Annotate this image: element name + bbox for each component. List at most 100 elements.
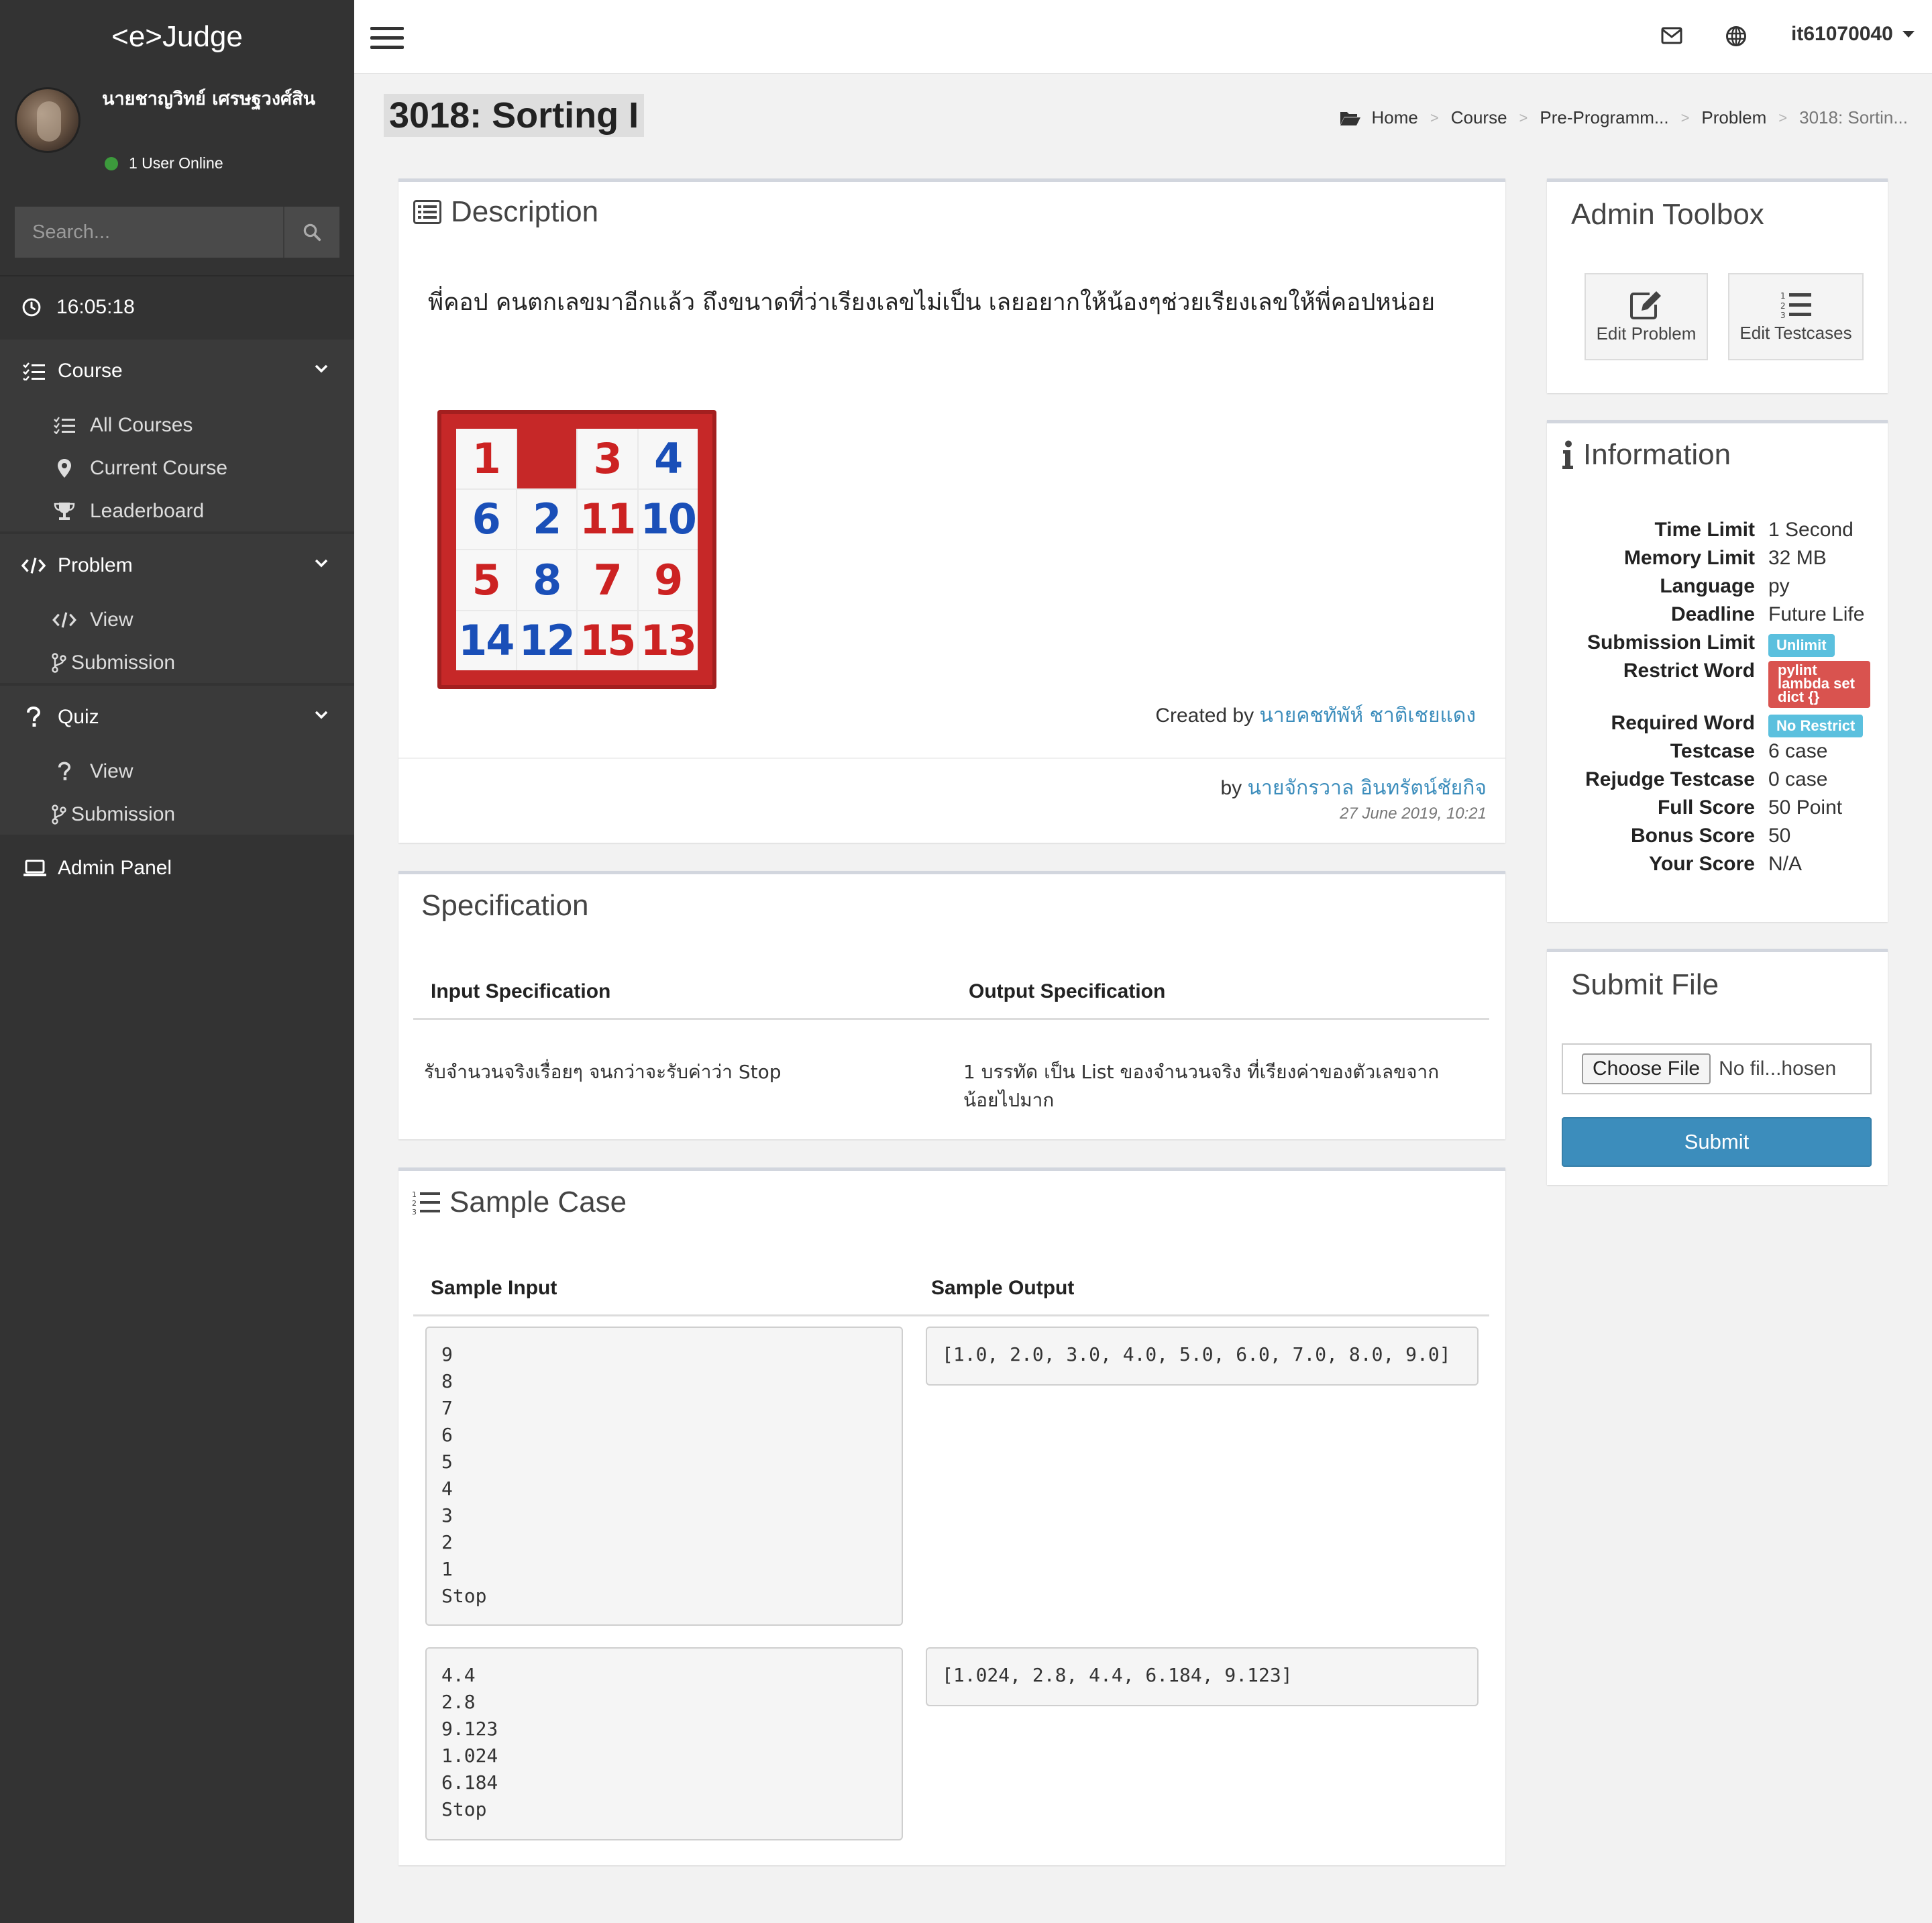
topbar: it61070040 <box>354 0 1932 74</box>
breadcrumb-home[interactable]: Home <box>1372 107 1418 128</box>
specification-box: Specification Input Specification Output… <box>398 871 1505 1139</box>
sample-input-header: Sample Input <box>431 1277 557 1299</box>
nav-leaderboard[interactable]: Leaderboard <box>0 490 354 533</box>
description-text: พี่คอป คนตกเลขมาอีกแล้ว ถึงขนาดที่ว่าเรี… <box>428 289 1435 316</box>
svg-text:1: 1 <box>1780 291 1786 301</box>
nav-quiz-view[interactable]: View <box>0 750 354 793</box>
post-date: 27 June 2019, 10:21 <box>1340 804 1487 823</box>
breadcrumb-separator: > <box>1430 109 1439 126</box>
list-alt-icon <box>413 200 441 224</box>
description-box: Description พี่คอป คนตกเลขมาอีกแล้ว ถึงข… <box>398 178 1505 843</box>
created-by-link[interactable]: นายคชทัพัห์ ชาติเชยแดง <box>1259 704 1476 727</box>
breadcrumb-problem[interactable]: Problem <box>1701 107 1766 128</box>
file-input[interactable]: Choose File No fil...hosen <box>1562 1043 1872 1094</box>
clock-time: 16:05:18 <box>56 296 135 318</box>
info-key: Memory Limit <box>1623 547 1755 569</box>
chevron-down-icon <box>315 559 328 568</box>
nav-all-courses-label: All Courses <box>90 414 193 436</box>
nav-current-course[interactable]: Current Course <box>0 447 354 490</box>
puzzle-tile: 2 <box>517 489 576 549</box>
edit-problem-button[interactable]: Edit Problem <box>1585 273 1708 360</box>
by-prefix: by <box>1220 777 1242 799</box>
user-panel: นายชาญวิทย์ เศรษฐวงศ์สิน 1 User Online <box>0 74 354 174</box>
sample-input-2: 4.4 2.8 9.123 1.024 6.184 Stop <box>425 1647 903 1840</box>
required-word-badge: No Restrict <box>1768 715 1864 737</box>
output-spec-text: 1 บรรทัด เป็น List ของจำนวนจริง ที่เรียง… <box>963 1061 1440 1111</box>
created-by-prefix: Created by <box>1155 705 1254 727</box>
file-name: No fil...hosen <box>1719 1057 1837 1080</box>
puzzle-tile: 14 <box>456 611 516 670</box>
sample-case-box: 123 Sample Case Sample Input Sample Outp… <box>398 1167 1505 1865</box>
puzzle-tile: 6 <box>456 489 516 549</box>
author-link[interactable]: นายจักรวาล อินทรัตน์ชัยกิจ <box>1248 776 1487 800</box>
info-row-full-score: Full Score 50 Point <box>1547 796 1886 825</box>
info-value: Future Life <box>1768 603 1865 625</box>
search-input[interactable] <box>15 207 283 258</box>
username: it61070040 <box>1791 23 1893 45</box>
breadcrumb-separator: > <box>1519 109 1528 126</box>
info-row-bonus-score: Bonus Score 50 <box>1547 825 1886 853</box>
nav-quiz-submission[interactable]: Submission <box>0 793 354 836</box>
information-box: Information Time Limit 1 Second Memory Li… <box>1547 420 1888 922</box>
sample-case-header: 123 Sample Case <box>412 1186 627 1219</box>
edit-testcases-button[interactable]: 123 Edit Testcases <box>1728 273 1864 360</box>
specification-title: Specification <box>421 889 589 922</box>
info-value: 50 <box>1768 825 1791 847</box>
info-value: 1 Second <box>1768 519 1854 541</box>
caret-down-icon <box>1902 31 1915 38</box>
nav-leaderboard-label: Leaderboard <box>90 500 205 522</box>
submit-button[interactable]: Submit <box>1562 1117 1872 1167</box>
edit-icon <box>1630 291 1661 319</box>
nav-problem-submission-label: Submission <box>71 652 176 674</box>
created-by: Created by นายคชทัพัห์ ชาติเชยแดง <box>1155 700 1476 731</box>
sample-output-2: [1.024, 2.8, 4.4, 6.184, 9.123] <box>926 1647 1479 1706</box>
nav-problem-view[interactable]: View <box>0 599 354 641</box>
clock: 16:05:18 <box>0 276 354 338</box>
nav-admin-panel[interactable]: Admin Panel <box>0 836 354 900</box>
info-value: 50 Point <box>1768 796 1843 819</box>
input-spec-header: Input Specification <box>431 980 611 1002</box>
puzzle-tile-empty <box>517 429 576 488</box>
info-value: N/A <box>1768 853 1803 875</box>
nav-course[interactable]: Course <box>0 340 354 403</box>
nav-quiz-label: Quiz <box>58 706 99 728</box>
online-status: 1 User Online <box>105 154 223 172</box>
breadcrumb-pre-programming[interactable]: Pre-Programm... <box>1540 107 1668 128</box>
edit-testcases-label: Edit Testcases <box>1739 322 1852 343</box>
info-row-testcase: Testcase 6 case <box>1547 740 1886 768</box>
info-row-submission-limit: Submission Limit Unlimit <box>1547 631 1886 660</box>
svg-text:3: 3 <box>1780 311 1786 319</box>
search-button[interactable] <box>283 207 339 258</box>
info-row-language: Language py <box>1547 575 1886 603</box>
sample-case-title: Sample Case <box>449 1186 627 1218</box>
svg-text:3: 3 <box>412 1208 417 1215</box>
info-row-rejudge-testcase: Rejudge Testcase 0 case <box>1547 768 1886 796</box>
nav-problem-view-label: View <box>90 609 133 631</box>
nav-current-course-label: Current Course <box>90 457 228 479</box>
chevron-down-icon <box>315 711 328 719</box>
nav-problem[interactable]: Problem <box>0 534 354 597</box>
breadcrumb-course[interactable]: Course <box>1451 107 1507 128</box>
menu-toggle-icon[interactable] <box>370 27 404 49</box>
info-key: Language <box>1660 575 1755 597</box>
question-icon <box>58 762 71 780</box>
info-key: Your Score <box>1649 853 1755 875</box>
info-key: Restrict Word <box>1623 660 1755 682</box>
user-menu[interactable]: it61070040 <box>1791 23 1915 46</box>
messages-button[interactable] <box>1661 27 1682 48</box>
info-value: 6 case <box>1768 740 1828 762</box>
code-branch-icon <box>52 804 66 825</box>
code-icon <box>52 612 76 628</box>
brand-logo[interactable]: <e>Judge <box>0 0 354 74</box>
restrict-word-badge: pylint lambda set dict {} <box>1768 661 1870 708</box>
choose-file-button[interactable]: Choose File <box>1582 1053 1711 1084</box>
code-icon <box>21 558 46 574</box>
description-title: Description <box>451 195 599 228</box>
nav-quiz[interactable]: Quiz <box>0 686 354 749</box>
info-key: Submission Limit <box>1587 631 1755 654</box>
language-button[interactable] <box>1725 25 1747 50</box>
nav-all-courses[interactable]: All Courses <box>0 404 354 447</box>
svg-text:1: 1 <box>412 1190 417 1199</box>
nav-problem-submission[interactable]: Submission <box>0 641 354 684</box>
admin-toolbox-title: Admin Toolbox <box>1571 198 1764 231</box>
